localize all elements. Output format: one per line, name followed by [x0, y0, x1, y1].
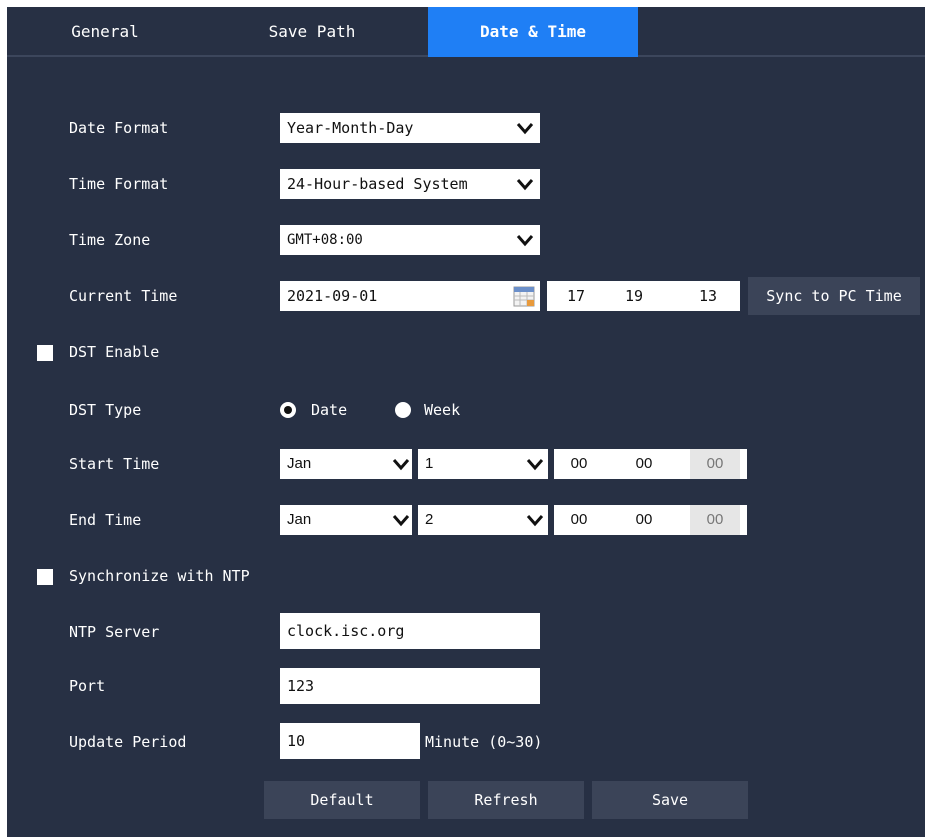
tab-save-path[interactable]: Save Path	[237, 7, 387, 57]
ntp-server-label: NTP Server	[69, 623, 160, 641]
port-value: 123	[287, 677, 315, 695]
chevron-down-icon	[392, 459, 410, 471]
time-format-select[interactable]: 24-Hour-based System	[280, 169, 540, 199]
time-format-value: 24-Hour-based System	[287, 175, 468, 193]
chevron-down-icon	[516, 179, 534, 191]
start-month-value: Jan	[287, 455, 312, 472]
start-month-select[interactable]: Jan	[280, 449, 412, 479]
end-day-select[interactable]: 2	[418, 505, 548, 535]
dst-enable-label: DST Enable	[69, 343, 160, 361]
current-hour[interactable]: 17	[556, 281, 596, 311]
dst-type-week-radio[interactable]	[395, 402, 411, 418]
end-day-value: 2	[425, 511, 434, 528]
start-time-label: Start Time	[69, 455, 160, 473]
port-label: Port	[69, 677, 106, 695]
tab-date-time[interactable]: Date & Time	[428, 7, 638, 57]
date-format-select[interactable]: Year-Month-Day	[280, 113, 540, 143]
chevron-down-icon	[392, 515, 410, 527]
chevron-down-icon	[526, 459, 544, 471]
dst-type-week-label: Week	[424, 401, 461, 419]
end-time-label: End Time	[69, 511, 142, 529]
end-month-select[interactable]: Jan	[280, 505, 412, 535]
sync-pc-time-button[interactable]: Sync to PC Time	[748, 277, 920, 315]
date-format-label: Date Format	[69, 119, 169, 137]
dst-type-label: DST Type	[69, 401, 142, 419]
default-button[interactable]: Default	[264, 781, 420, 819]
time-format-label: Time Format	[69, 175, 169, 193]
port-input[interactable]: 123	[280, 668, 540, 704]
chevron-down-icon	[526, 515, 544, 527]
ntp-server-input[interactable]: clock.isc.org	[280, 613, 540, 649]
start-minute[interactable]: 00	[622, 449, 666, 479]
update-period-input[interactable]: 10	[280, 723, 420, 759]
end-second: 00	[690, 505, 740, 535]
chevron-down-icon	[516, 123, 534, 135]
end-month-value: Jan	[287, 511, 312, 528]
update-period-value: 10	[287, 732, 306, 750]
update-period-unit: Minute (0~30)	[425, 733, 543, 751]
current-date-value: 2021-09-01	[287, 287, 378, 305]
start-hour[interactable]: 00	[557, 449, 601, 479]
end-minute[interactable]: 00	[622, 505, 666, 535]
current-minute[interactable]: 19	[614, 281, 654, 311]
calendar-icon[interactable]	[513, 285, 535, 307]
ntp-server-value: clock.isc.org	[287, 622, 405, 640]
current-time-label: Current Time	[69, 287, 178, 305]
time-zone-value: GMT+08:00	[287, 232, 363, 248]
current-date-input[interactable]: 2021-09-01	[280, 281, 540, 311]
start-day-select[interactable]: 1	[418, 449, 548, 479]
current-second[interactable]: 13	[688, 281, 728, 311]
date-format-value: Year-Month-Day	[287, 119, 414, 137]
time-zone-label: Time Zone	[69, 231, 151, 249]
start-day-value: 1	[425, 455, 434, 472]
end-hour[interactable]: 00	[557, 505, 601, 535]
refresh-button[interactable]: Refresh	[428, 781, 584, 819]
dst-type-date-label: Date	[311, 401, 348, 419]
save-button[interactable]: Save	[592, 781, 748, 819]
start-second: 00	[690, 449, 740, 479]
dst-type-date-radio[interactable]	[280, 402, 296, 418]
dst-enable-checkbox[interactable]	[37, 345, 53, 361]
chevron-down-icon	[516, 235, 534, 247]
sync-ntp-checkbox[interactable]	[37, 569, 53, 585]
sync-ntp-label: Synchronize with NTP	[69, 567, 250, 585]
time-zone-select[interactable]: GMT+08:00	[280, 225, 540, 255]
update-period-label: Update Period	[69, 733, 187, 751]
tab-general[interactable]: General	[30, 7, 180, 57]
